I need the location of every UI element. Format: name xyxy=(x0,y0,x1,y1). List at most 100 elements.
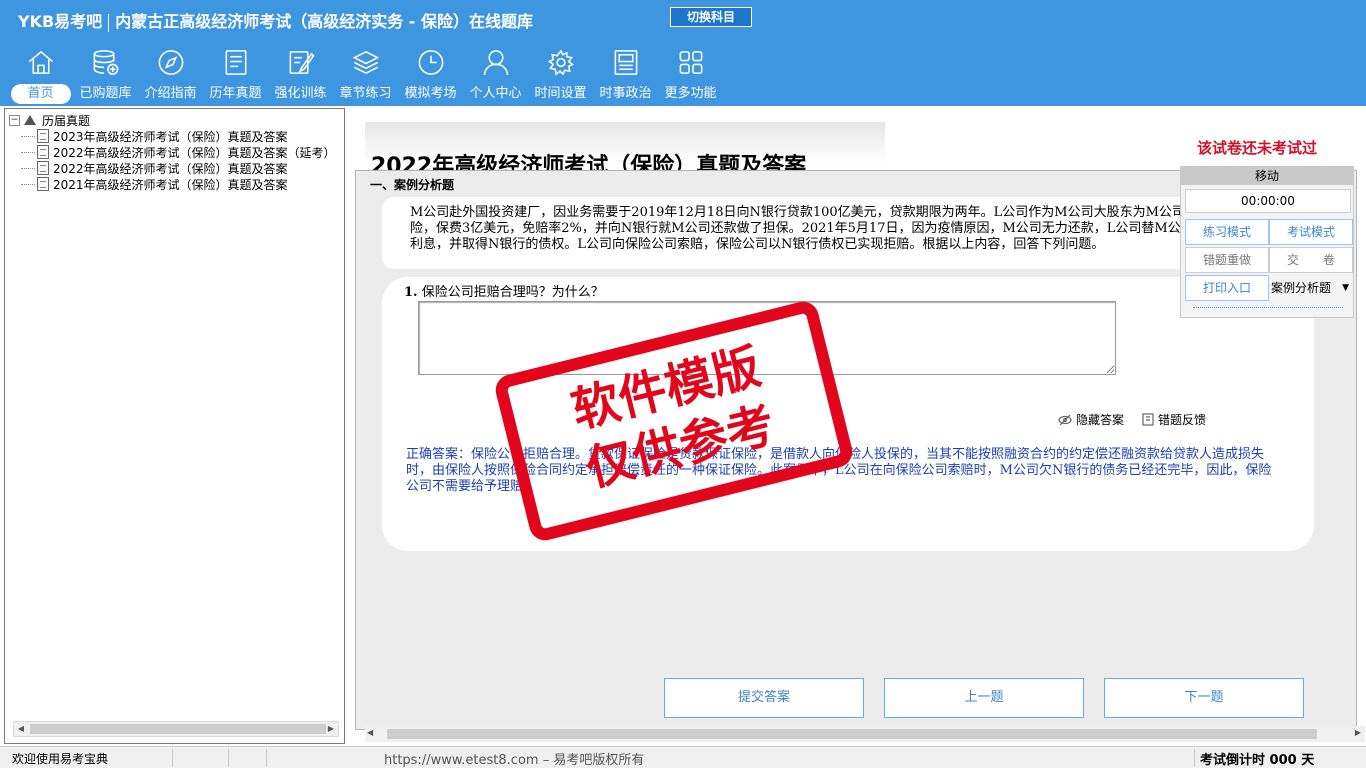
nav-purchased[interactable]: 已购题库 xyxy=(73,48,138,104)
layers-icon xyxy=(352,51,379,74)
question-type-value: 案例分析题 xyxy=(1271,281,1332,295)
app-title: 内蒙古正高级经济师考试（高级经济实务 - 保险）在线题库 xyxy=(115,12,533,31)
exam-tool-panel: 移动 00:00:00 练习模式 考试模式 错题重做 交 卷 打印入口 案例分析… xyxy=(1180,166,1354,318)
status-divider xyxy=(228,749,229,767)
feedback-icon xyxy=(1142,413,1154,426)
hide-answer-button[interactable]: 隐藏答案 xyxy=(1058,411,1124,428)
user-icon xyxy=(483,50,508,76)
nav-guide[interactable]: 介绍指南 xyxy=(138,48,203,104)
tree-horizontal-scrollbar[interactable]: ◀ ▶ xyxy=(13,721,339,737)
edit-icon xyxy=(289,51,315,74)
practice-mode-button[interactable]: 练习模式 xyxy=(1185,219,1269,245)
tree-item-2021[interactable]: 2021年高级经济师考试（保险）真题及答案 xyxy=(9,176,344,192)
nav-mock-exam-label: 模拟考场 xyxy=(404,86,457,101)
app-brand: YKB易考吧 内蒙古正高级经济师考试（高级经济实务 - 保险）在线题库 xyxy=(18,8,533,32)
document-icon xyxy=(37,145,49,159)
newspaper-icon xyxy=(614,50,637,75)
nav-chapters-label: 章节练习 xyxy=(339,86,392,101)
tree-item-label: 2023年高级经济师考试（保险）真题及答案 xyxy=(53,129,288,144)
scroll-left-icon[interactable]: ◀ xyxy=(14,722,28,736)
tree-item-2022-delayed[interactable]: 2022年高级经济师考试（保险）真题及答案（延考） xyxy=(9,144,344,160)
tree-root-label: 历届真题 xyxy=(42,113,91,128)
list-doc-icon xyxy=(225,50,246,75)
next-question-button[interactable]: 下一题 xyxy=(1104,678,1304,718)
case-description: M公司赴外国投资建厂，因业务需要于2019年12月18日向N银行贷款100亿美元… xyxy=(382,197,1302,269)
tree-item-label: 2022年高级经济师考试（保险）真题及答案（延考） xyxy=(53,145,336,160)
submit-answer-button[interactable]: 提交答案 xyxy=(664,678,864,718)
document-icon xyxy=(37,161,49,175)
home-icon xyxy=(28,50,53,74)
gear-icon xyxy=(547,49,574,76)
question-number: 1. xyxy=(404,285,418,300)
scroll-thumb[interactable] xyxy=(30,724,326,734)
content-horizontal-scrollbar[interactable]: ◀ ▶ xyxy=(365,726,1365,742)
switch-subject-button[interactable]: 切换科目 xyxy=(670,7,752,27)
exam-tree: − 历届真题 2023年高级经济师考试（保险）真题及答案 2022年高级经济师考… xyxy=(5,109,344,192)
prev-question-button[interactable]: 上一题 xyxy=(884,678,1084,718)
print-button[interactable]: 打印入口 xyxy=(1185,275,1269,301)
tree-root[interactable]: − 历届真题 xyxy=(9,112,344,128)
question-text: 1. 保险公司拒赔合理吗？为什么？ xyxy=(404,281,604,300)
document-icon xyxy=(37,177,49,191)
status-divider xyxy=(266,749,267,767)
exam-countdown: 考试倒计时 000 天 xyxy=(1200,753,1315,768)
nav-more-label: 更多功能 xyxy=(664,86,717,101)
error-feedback-button[interactable]: 错题反馈 xyxy=(1142,411,1206,428)
nav-profile[interactable]: 个人中心 xyxy=(463,48,528,104)
exam-title-tab: 2022年高级经济师考试（保险）真题及答案 xyxy=(365,122,885,179)
move-handle[interactable]: 移动 xyxy=(1181,167,1353,185)
scroll-left-icon[interactable]: ◀ xyxy=(367,728,373,737)
exam-timer: 00:00:00 xyxy=(1185,189,1351,213)
nav-guide-label: 介绍指南 xyxy=(144,86,197,101)
nav-profile-label: 个人中心 xyxy=(469,86,522,101)
document-icon xyxy=(37,129,49,143)
grid-icon xyxy=(679,51,702,74)
scroll-right-icon[interactable]: ▶ xyxy=(1355,728,1361,737)
nav-time-settings-label: 时间设置 xyxy=(534,86,587,101)
nav-politics-label: 时事政治 xyxy=(599,86,652,101)
hide-answer-label: 隐藏答案 xyxy=(1076,413,1125,427)
main-nav: 首页 已购题库 介绍指南 历年真题 强化训练 章节练习 模拟考场 个人中心 时间… xyxy=(8,48,723,104)
redo-wrong-button[interactable]: 错题重做 xyxy=(1185,247,1269,273)
nav-training[interactable]: 强化训练 xyxy=(268,48,333,104)
clock-icon xyxy=(418,50,443,75)
hand-in-button[interactable]: 交 卷 xyxy=(1269,247,1353,273)
scroll-right-icon[interactable]: ▶ xyxy=(324,722,338,736)
copyright-url: https://www.etest8.com – 易考吧版权所有 xyxy=(384,753,645,768)
tree-item-2022[interactable]: 2022年高级经济师考试（保险）真题及答案 xyxy=(9,160,344,176)
nav-chapters[interactable]: 章节练习 xyxy=(333,48,398,104)
eye-off-icon xyxy=(1058,414,1072,425)
nav-time-settings[interactable]: 时间设置 xyxy=(528,48,593,104)
nav-past-exams[interactable]: 历年真题 xyxy=(203,48,268,104)
exam-tree-panel: − 历届真题 2023年高级经济师考试（保险）真题及答案 2022年高级经济师考… xyxy=(4,108,345,744)
scroll-thumb[interactable] xyxy=(387,729,1317,739)
section-heading: 一、案例分析题 xyxy=(370,178,455,192)
nav-purchased-label: 已购题库 xyxy=(79,86,132,101)
tree-item-2023[interactable]: 2023年高级经济师考试（保险）真题及答案 xyxy=(9,128,344,144)
exam-mode-button[interactable]: 考试模式 xyxy=(1269,219,1353,245)
collapse-icon[interactable]: − xyxy=(9,114,20,126)
status-divider xyxy=(1194,749,1195,767)
welcome-text: 欢迎使用易考宝典 xyxy=(12,752,109,766)
status-divider xyxy=(172,749,173,767)
question-stem: 保险公司拒赔合理吗？为什么？ xyxy=(421,285,604,300)
dropdown-arrow-icon: ▼ xyxy=(1342,283,1349,293)
tree-item-label: 2022年高级经济师考试（保险）真题及答案 xyxy=(53,161,288,176)
nav-more[interactable]: 更多功能 xyxy=(658,48,723,104)
nav-home-label: 首页 xyxy=(10,84,71,104)
nav-politics[interactable]: 时事政治 xyxy=(593,48,658,104)
nav-home[interactable]: 首页 xyxy=(8,48,73,104)
status-bar: 欢迎使用易考宝典 https://www.etest8.com – 易考吧版权所… xyxy=(0,746,1366,768)
nav-training-label: 强化训练 xyxy=(274,86,327,101)
question-type-select[interactable]: 案例分析题 ▼ xyxy=(1269,275,1353,301)
folder-icon xyxy=(24,115,36,125)
nav-past-exams-label: 历年真题 xyxy=(209,86,262,101)
exam-status: 该试卷还未考试过 xyxy=(1197,139,1318,157)
error-feedback-label: 错题反馈 xyxy=(1158,413,1207,427)
panel-divider xyxy=(1193,307,1343,308)
logo: YKB易考吧 xyxy=(18,12,103,31)
tree-item-label: 2021年高级经济师考试（保险）真题及答案 xyxy=(53,177,288,192)
database-icon xyxy=(93,50,118,75)
nav-mock-exam[interactable]: 模拟考场 xyxy=(398,48,463,104)
compass-icon xyxy=(158,50,183,75)
